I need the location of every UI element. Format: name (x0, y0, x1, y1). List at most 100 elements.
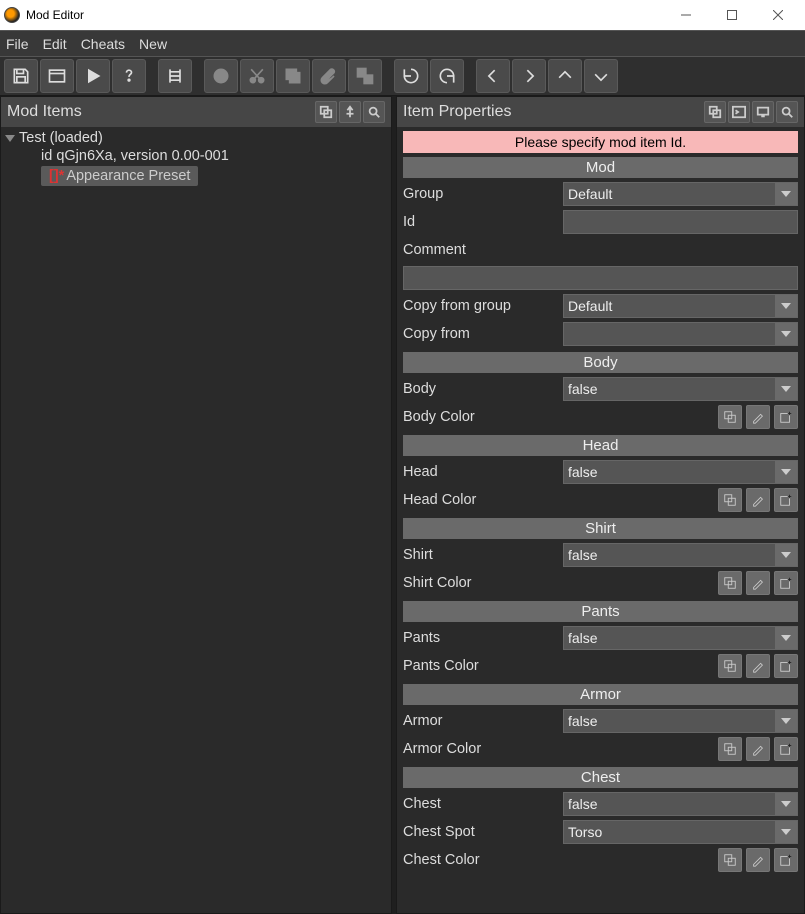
search-icon[interactable] (776, 101, 798, 123)
tree-item-label: Appearance Preset (66, 168, 190, 184)
mod-items-panel: Mod Items Test (loaded) id qGjn6Xa, vers… (0, 96, 392, 914)
chest-spot-select[interactable]: Torso (563, 820, 798, 844)
edit-color-icon[interactable] (746, 848, 770, 872)
tree-root-row[interactable]: Test (loaded) (5, 129, 387, 147)
id-input[interactable] (563, 210, 798, 234)
terminal-icon[interactable] (728, 101, 750, 123)
chevron-down-icon (775, 821, 797, 843)
label-copy-from: Copy from (403, 326, 563, 342)
label-comment: Comment (403, 242, 563, 258)
add-color-icon[interactable] (774, 488, 798, 512)
chest-select[interactable]: false (563, 792, 798, 816)
menu-new[interactable]: New (139, 36, 167, 52)
redo-icon[interactable] (430, 59, 464, 93)
error-banner: Please specify mod item Id. (403, 131, 798, 153)
cut-icon[interactable] (240, 59, 274, 93)
menu-cheats[interactable]: Cheats (81, 36, 125, 52)
label-armor: Armor (403, 713, 563, 729)
resource-icon[interactable] (158, 59, 192, 93)
window-copy-icon[interactable] (315, 101, 337, 123)
chevron-down-icon (775, 710, 797, 732)
section-mod: Mod (403, 157, 798, 178)
duplicate-icon[interactable] (348, 59, 382, 93)
chevron-down-icon (775, 793, 797, 815)
armor-select[interactable]: false (563, 709, 798, 733)
label-id: Id (403, 214, 563, 230)
copy-color-icon[interactable] (718, 654, 742, 678)
monitor-icon[interactable] (752, 101, 774, 123)
mod-items-header: Mod Items (1, 97, 391, 127)
edit-color-icon[interactable] (746, 405, 770, 429)
label-body-color: Body Color (403, 409, 563, 425)
search-icon[interactable] (363, 101, 385, 123)
edit-color-icon[interactable] (746, 571, 770, 595)
window-title: Mod Editor (26, 8, 663, 22)
copy-color-icon[interactable] (718, 488, 742, 512)
body-select[interactable]: false (563, 377, 798, 401)
add-color-icon[interactable] (774, 848, 798, 872)
edit-color-icon[interactable] (746, 737, 770, 761)
label-pants: Pants (403, 630, 563, 646)
copy-color-icon[interactable] (718, 848, 742, 872)
maximize-button[interactable] (709, 0, 755, 30)
copy-color-icon[interactable] (718, 737, 742, 761)
arrow-down-icon[interactable] (584, 59, 618, 93)
tree-item-prefix: []* (49, 168, 64, 184)
dup-window-icon[interactable] (704, 101, 726, 123)
mod-items-title: Mod Items (7, 103, 82, 121)
head-select[interactable]: false (563, 460, 798, 484)
add-color-icon[interactable] (774, 571, 798, 595)
arrow-up-icon[interactable] (548, 59, 582, 93)
label-armor-color: Armor Color (403, 741, 563, 757)
menu-file[interactable]: File (6, 36, 29, 52)
menu-edit[interactable]: Edit (43, 36, 67, 52)
chevron-down-icon (775, 461, 797, 483)
window-icon[interactable] (40, 59, 74, 93)
tree-item-tag[interactable]: []*Appearance Preset (41, 166, 198, 186)
minimize-button[interactable] (663, 0, 709, 30)
label-head: Head (403, 464, 563, 480)
tree-item-row[interactable]: []*Appearance Preset (5, 165, 387, 187)
add-color-icon[interactable] (774, 654, 798, 678)
menubar: File Edit Cheats New (0, 30, 805, 56)
edit-color-icon[interactable] (746, 488, 770, 512)
copy-from-select[interactable] (563, 322, 798, 346)
label-chest-spot: Chest Spot (403, 824, 563, 840)
pants-select[interactable]: false (563, 626, 798, 650)
help-icon[interactable] (112, 59, 146, 93)
arrow-left-icon[interactable] (476, 59, 510, 93)
toolbar (0, 56, 805, 96)
label-group: Group (403, 186, 563, 202)
save-icon[interactable] (4, 59, 38, 93)
add-color-icon[interactable] (774, 405, 798, 429)
edit-color-icon[interactable] (746, 654, 770, 678)
copy-icon[interactable] (276, 59, 310, 93)
copy-color-icon[interactable] (718, 571, 742, 595)
undo-icon[interactable] (394, 59, 428, 93)
play-icon[interactable] (76, 59, 110, 93)
item-properties-header: Item Properties (397, 97, 804, 127)
comment-input[interactable] (403, 266, 798, 290)
usb-icon[interactable] (339, 101, 361, 123)
chevron-down-icon (775, 323, 797, 345)
chevron-down-icon[interactable] (5, 135, 15, 142)
block-icon[interactable] (204, 59, 238, 93)
section-head: Head (403, 435, 798, 456)
mod-items-tree[interactable]: Test (loaded) id qGjn6Xa, version 0.00-0… (1, 127, 391, 913)
group-select[interactable]: Default (563, 182, 798, 206)
copy-color-icon[interactable] (718, 405, 742, 429)
arrow-right-icon[interactable] (512, 59, 546, 93)
label-copy-from-group: Copy from group (403, 298, 563, 314)
tree-subtitle-label: id qGjn6Xa, version 0.00-001 (41, 148, 229, 164)
chevron-down-icon (775, 544, 797, 566)
add-color-icon[interactable] (774, 737, 798, 761)
app-icon (4, 7, 20, 23)
copy-from-group-select[interactable]: Default (563, 294, 798, 318)
label-pants-color: Pants Color (403, 658, 563, 674)
shirt-select[interactable]: false (563, 543, 798, 567)
clip-icon[interactable] (312, 59, 346, 93)
tree-subtitle-row: id qGjn6Xa, version 0.00-001 (5, 147, 387, 165)
chevron-down-icon (775, 378, 797, 400)
label-shirt: Shirt (403, 547, 563, 563)
close-button[interactable] (755, 0, 801, 30)
